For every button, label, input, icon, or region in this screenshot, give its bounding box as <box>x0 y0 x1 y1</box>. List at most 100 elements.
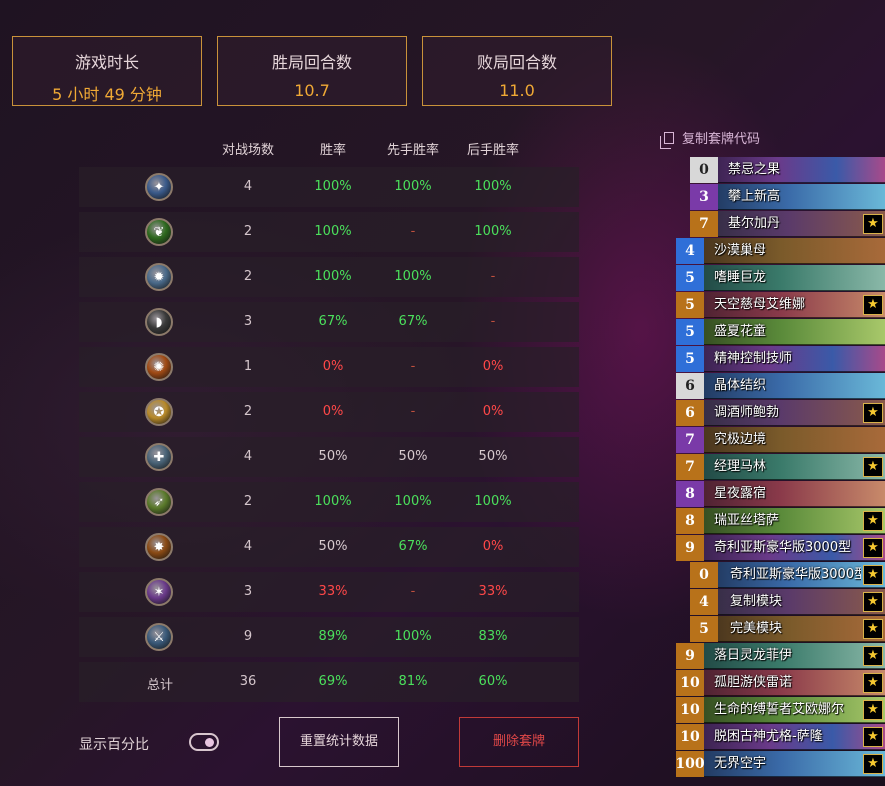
deck-card[interactable]: 5 盛夏花童 <box>676 318 885 345</box>
card-name: 奇利亚斯豪华版3000型 <box>714 539 852 555</box>
card-cost: 5 <box>676 345 704 372</box>
table-row: ✶ 3 33% - 33% <box>79 572 579 612</box>
card-name: 攀上新高 <box>728 188 781 204</box>
deck-card[interactable]: 4 沙漠巢母 <box>676 237 885 264</box>
first-winrate-cell: 100% <box>394 629 432 644</box>
table-row: ➶ 2 100% 100% 100% <box>79 482 579 522</box>
winrate-cell: 67% <box>318 314 348 329</box>
deck-card[interactable]: 6 调酒师鲍勃 ★ <box>676 399 885 426</box>
class-glyph: ⚔ <box>153 629 165 645</box>
deck-card[interactable]: 5 天空慈母艾维娜 ★ <box>676 291 885 318</box>
deck-card[interactable]: 7 经理马林 ★ <box>676 453 885 480</box>
card-cost: 9 <box>676 642 704 669</box>
deck-card[interactable]: 0 奇利亚斯豪华版3000型 ★ <box>690 561 885 588</box>
card-name: 究极边境 <box>714 431 767 447</box>
legendary-star-icon: ★ <box>863 510 883 531</box>
deck-card[interactable]: 7 究极边境 <box>676 426 885 453</box>
card-name: 落日灵龙菲伊 <box>714 647 793 663</box>
deck-card[interactable]: 8 瑞亚丝塔萨 ★ <box>676 507 885 534</box>
class-glyph: ✹ <box>153 269 165 285</box>
deck-card[interactable]: 0 禁忌之果 <box>690 156 885 183</box>
warlock-class-icon: ✺ <box>145 353 173 381</box>
games-cell: 3 <box>243 584 253 599</box>
class-glyph: ➶ <box>153 494 165 510</box>
card-cost: 10 <box>676 696 704 723</box>
second-winrate-cell: - <box>490 314 496 329</box>
rogue-class-icon: ◗ <box>145 308 173 336</box>
card-cost: 9 <box>676 534 704 561</box>
winrate-cell: 100% <box>314 269 352 284</box>
deck-card[interactable]: 3 攀上新高 <box>690 183 885 210</box>
second-winrate-cell: 100% <box>474 179 512 194</box>
deck-card[interactable]: 9 奇利亚斯豪华版3000型 ★ <box>676 534 885 561</box>
deck-card[interactable]: 5 完美模块 ★ <box>690 615 885 642</box>
second-winrate-cell: 0% <box>482 539 504 554</box>
first-winrate-cell: - <box>410 404 416 419</box>
card-cost: 8 <box>676 507 704 534</box>
show-percent-toggle[interactable] <box>189 733 219 751</box>
table-row: ⚔ 9 89% 100% 83% <box>79 617 579 657</box>
total-second-winrate: 60% <box>478 674 508 689</box>
card-cost: 7 <box>676 453 704 480</box>
loss-turns-value: 11.0 <box>499 81 535 100</box>
deck-card[interactable]: 10 生命的缚誓者艾欧娜尔 ★ <box>676 696 885 723</box>
card-name: 复制模块 <box>730 593 783 609</box>
deck-card[interactable]: 8 星夜露宿 <box>676 480 885 507</box>
deck-card[interactable]: 9 落日灵龙菲伊 ★ <box>676 642 885 669</box>
deck-card[interactable]: 6 晶体结织 <box>676 372 885 399</box>
first-winrate-cell: 100% <box>394 179 432 194</box>
card-cost: 5 <box>690 615 718 642</box>
copy-deck-code-button[interactable]: 复制套牌代码 <box>660 128 761 149</box>
winrate-cell: 100% <box>314 179 352 194</box>
card-cost: 0 <box>690 561 718 588</box>
legendary-star-icon: ★ <box>863 753 883 774</box>
win-turns-label: 胜局回合数 <box>271 53 352 72</box>
class-glyph: ✺ <box>153 359 165 375</box>
card-cost: 10 <box>676 723 704 750</box>
class-glyph: ✪ <box>153 404 165 420</box>
games-cell: 4 <box>243 539 253 554</box>
deck-card[interactable]: 5 嗜睡巨龙 <box>676 264 885 291</box>
first-winrate-cell: - <box>410 584 416 599</box>
card-cost: 7 <box>690 210 718 237</box>
deck-card[interactable]: 5 精神控制技师 <box>676 345 885 372</box>
games-cell: 2 <box>243 404 253 419</box>
card-cost: 6 <box>676 372 704 399</box>
deck-card[interactable]: 4 复制模块 ★ <box>690 588 885 615</box>
druid-class-icon: ❦ <box>145 218 173 246</box>
first-winrate-cell: 100% <box>394 269 432 284</box>
games-cell: 2 <box>243 224 253 239</box>
card-cost: 4 <box>690 588 718 615</box>
legendary-star-icon: ★ <box>863 645 883 666</box>
winrate-cell: 100% <box>314 224 352 239</box>
card-name: 精神控制技师 <box>714 350 793 366</box>
delete-deck-button[interactable]: 删除套牌 <box>459 717 579 767</box>
first-winrate-cell: 100% <box>394 494 432 509</box>
card-cost: 100 <box>675 750 705 777</box>
card-cost: 8 <box>676 480 704 507</box>
second-winrate-cell: 33% <box>478 584 508 599</box>
card-name: 晶体结织 <box>714 377 767 393</box>
copy-deck-code-label: 复制套牌代码 <box>682 132 761 147</box>
legendary-star-icon: ★ <box>863 402 883 423</box>
first-winrate-cell: 50% <box>398 449 428 464</box>
mage-class-icon: ✦ <box>145 173 173 201</box>
card-name: 星夜露宿 <box>714 485 767 501</box>
win-turns-card: 胜局回合数 10.7 <box>217 36 407 106</box>
play-time-value: 5 小时 49 分钟 <box>52 85 162 104</box>
header-games: 对战场数 <box>221 143 274 158</box>
class-glyph: ✦ <box>153 179 165 195</box>
games-cell: 2 <box>243 494 253 509</box>
winrate-cell: 0% <box>322 359 344 374</box>
deck-card[interactable]: 7 基尔加丹 ★ <box>690 210 885 237</box>
deck-card[interactable]: 100 无界空宇 ★ <box>675 750 885 777</box>
card-name: 瑞亚丝塔萨 <box>714 512 780 528</box>
deck-card[interactable]: 10 脱困古神尤格-萨隆 ★ <box>676 723 885 750</box>
winrate-cell: 89% <box>318 629 348 644</box>
header-winrate: 胜率 <box>319 143 346 158</box>
reset-stats-button[interactable]: 重置统计数据 <box>279 717 399 767</box>
deck-card[interactable]: 10 孤胆游侠雷诺 ★ <box>676 669 885 696</box>
total-games: 36 <box>239 674 257 689</box>
loss-turns-card: 败局回合数 11.0 <box>422 36 612 106</box>
card-name: 嗜睡巨龙 <box>714 269 767 285</box>
